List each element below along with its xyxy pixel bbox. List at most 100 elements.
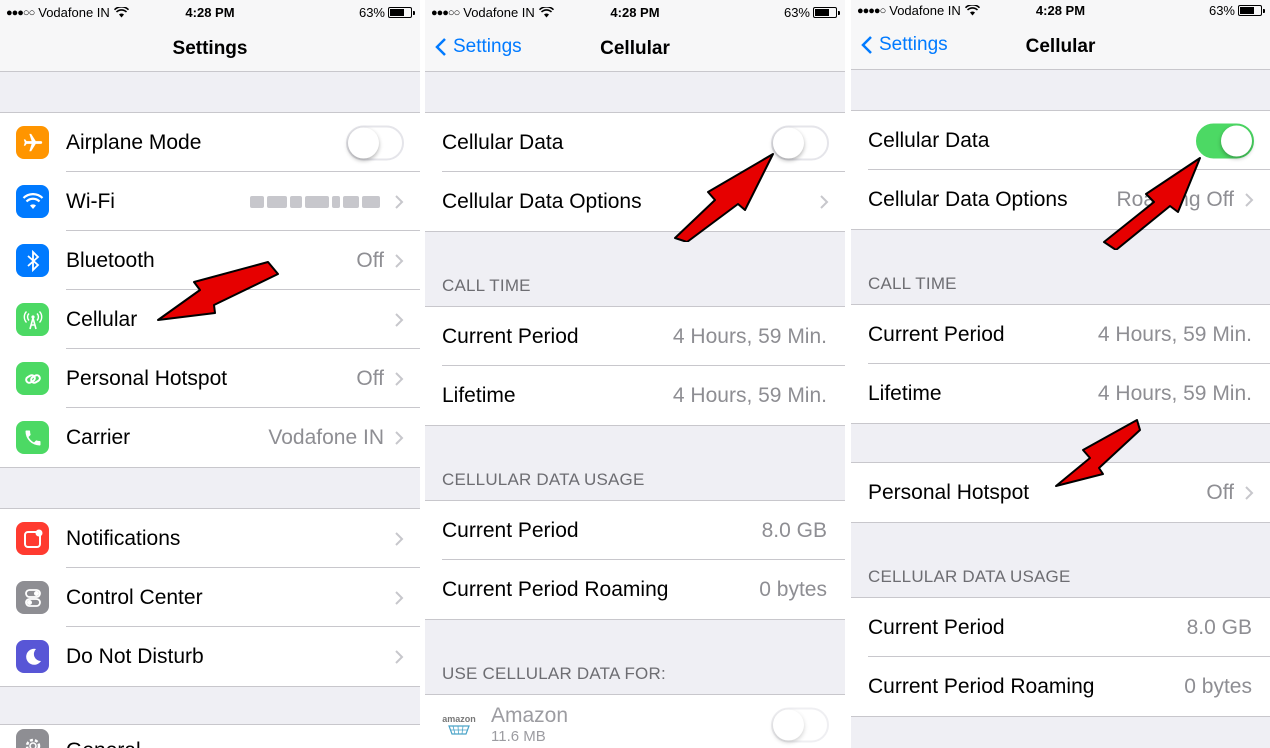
row-label: Do Not Disturb [66, 644, 204, 668]
cellular-row[interactable]: Cellular [0, 290, 420, 349]
status-time: 4:28 PM [185, 5, 235, 20]
row-value: Roaming Off [1116, 187, 1235, 211]
wifi-icon [16, 185, 49, 218]
bluetooth-icon [16, 244, 49, 277]
row-label: Cellular Data Options [442, 189, 642, 213]
battery-percent: 63% [358, 5, 385, 20]
row-label: Current Period Roaming [868, 674, 1095, 698]
cellular-data-row[interactable]: Cellular Data [851, 111, 1270, 170]
row-label: General [66, 739, 141, 748]
row-label: Bluetooth [66, 248, 155, 272]
chevron-right-icon [395, 649, 404, 664]
usage-current-row: Current Period 8.0 GB [425, 501, 845, 560]
row-value: 4 Hours, 59 Min. [672, 324, 827, 348]
cellular-data-options-row[interactable]: Cellular Data Options Roaming Off [851, 170, 1270, 229]
row-label: Control Center [66, 585, 203, 609]
usage-roaming-row: Current Period Roaming 0 bytes [425, 560, 845, 619]
status-bar: ●●●○○ Vodafone IN 4:28 PM 63% [425, 0, 845, 26]
row-value: 0 bytes [1184, 674, 1252, 698]
control-center-row[interactable]: Control Center [0, 568, 420, 627]
do-not-disturb-row[interactable]: Do Not Disturb [0, 627, 420, 686]
chevron-right-icon [395, 531, 404, 546]
bluetooth-row[interactable]: Bluetooth Off [0, 231, 420, 290]
settings-group-system: Notifications Control Center Do Not Dist… [0, 508, 420, 687]
row-label: Personal Hotspot [66, 366, 228, 390]
wifi-row[interactable]: Wi-Fi [0, 172, 420, 231]
cellular-panel-off: Settings Cellular ●●●○○ Vodafone IN 4:28… [425, 0, 845, 748]
status-time: 4:28 PM [610, 5, 660, 20]
page-title: Cellular [600, 38, 670, 59]
settings-group-general: General [0, 724, 420, 748]
personal-hotspot-row[interactable]: Personal Hotspot Off [851, 463, 1270, 522]
cellular-data-row[interactable]: Cellular Data [425, 113, 845, 172]
row-label: Carrier [66, 425, 131, 449]
personal-hotspot-row[interactable]: Personal Hotspot Off [0, 349, 420, 408]
app-row-amazon[interactable]: amazon Amazon 11.6 MB [425, 695, 845, 748]
hotspot-icon [16, 362, 49, 395]
row-label: Personal Hotspot [868, 480, 1030, 504]
airplane-mode-row[interactable]: Airplane Mode [0, 113, 420, 172]
settings-panel: Settings ●●●○○ Vodafone IN 4:28 PM 63% A… [0, 0, 420, 748]
row-label: Cellular Data [868, 128, 990, 152]
general-row[interactable]: General [0, 725, 420, 748]
status-bar: ●●●○○ Vodafone IN 4:28 PM 63% [0, 0, 420, 26]
redacted-network-name [250, 195, 380, 208]
row-label: Cellular Data Options [868, 187, 1068, 211]
chevron-right-icon [395, 371, 404, 386]
row-value: 0 bytes [759, 577, 827, 601]
call-time-lifetime-row: Lifetime 4 Hours, 59 Min. [425, 366, 845, 425]
chevron-right-icon [395, 253, 404, 268]
page-title: Settings [172, 38, 248, 59]
row-label: Notifications [66, 526, 181, 550]
notifications-row[interactable]: Notifications [0, 509, 420, 568]
call-time-current-row: Current Period 4 Hours, 59 Min. [851, 305, 1270, 364]
section-header: CALL TIME [442, 276, 531, 295]
row-value: Off [356, 248, 384, 272]
row-label: Lifetime [442, 383, 516, 407]
row-value: 4 Hours, 59 Min. [1097, 381, 1252, 405]
control-center-icon [16, 581, 49, 614]
section-header: USE CELLULAR DATA FOR: [442, 664, 666, 683]
amazon-app-icon: amazon [441, 707, 477, 743]
chevron-right-icon [395, 312, 404, 327]
call-time-current-row: Current Period 4 Hours, 59 Min. [425, 307, 845, 366]
row-value: Off [1206, 480, 1234, 504]
battery-icon [813, 7, 840, 18]
chevron-right-icon [395, 430, 404, 445]
section-header: CALL TIME [868, 274, 957, 293]
chevron-right-icon [1245, 192, 1254, 207]
gear-icon [16, 729, 49, 748]
row-value: 4 Hours, 59 Min. [672, 383, 827, 407]
cellular-icon [16, 303, 49, 336]
cellular-data-toggle[interactable] [771, 125, 829, 160]
cellular-data-group: Cellular Data Cellular Data Options [425, 112, 845, 232]
airplane-mode-toggle[interactable] [346, 125, 404, 160]
row-label: Cellular [66, 307, 138, 331]
usage-current-row: Current Period 8.0 GB [851, 598, 1270, 657]
settings-group-connectivity: Airplane Mode Wi-Fi Bluetooth Off Cellul… [0, 112, 420, 468]
row-value: Off [356, 366, 384, 390]
phone-icon [16, 421, 49, 454]
cellular-data-toggle[interactable] [1196, 123, 1254, 158]
status-time: 4:28 PM [1035, 3, 1086, 18]
row-label: Current Period [868, 322, 1005, 346]
cellular-panel-on: Settings Cellular ●●●●○ Vodafone IN 4:28… [851, 0, 1270, 748]
battery-percent: 63% [783, 5, 810, 20]
data-usage-group: Current Period 8.0 GB Current Period Roa… [851, 597, 1270, 717]
battery-percent: 63% [1208, 3, 1235, 18]
carrier-row[interactable]: Carrier Vodafone IN [0, 408, 420, 467]
status-bar: ●●●●○ Vodafone IN 4:28 PM 63% [851, 0, 1270, 24]
call-time-group: Current Period 4 Hours, 59 Min. Lifetime… [851, 304, 1270, 424]
row-value: 8.0 GB [1186, 615, 1252, 639]
battery-icon [388, 7, 415, 18]
battery-icon [1238, 5, 1265, 16]
moon-icon [16, 640, 49, 673]
app-cellular-toggle[interactable] [771, 707, 829, 742]
row-label: Current Period [868, 615, 1005, 639]
cellular-data-group: Cellular Data Cellular Data Options Roam… [851, 110, 1270, 230]
cellular-data-options-row[interactable]: Cellular Data Options [425, 172, 845, 231]
row-value: 4 Hours, 59 Min. [1097, 322, 1252, 346]
chevron-right-icon [1245, 485, 1254, 500]
data-usage-group: Current Period 8.0 GB Current Period Roa… [425, 500, 845, 620]
row-label: Lifetime [868, 381, 942, 405]
